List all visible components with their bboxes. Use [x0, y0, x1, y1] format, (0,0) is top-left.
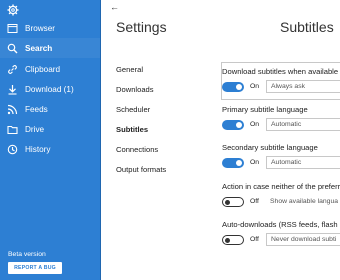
sidebar-item-label: History	[25, 144, 51, 154]
sidebar-item-search[interactable]: Search	[0, 38, 101, 58]
toggle-primary-language[interactable]	[222, 120, 244, 130]
toggle-state-label: On	[250, 121, 260, 128]
history-icon	[7, 144, 18, 155]
sidebar: Browser Search Clipboard Download (1) Fe…	[0, 0, 101, 280]
toggle-state-label: On	[250, 83, 260, 90]
toggle-download-subtitles[interactable]	[222, 82, 244, 92]
sidebar-item-label: Browser	[25, 23, 56, 33]
settings-title: Settings	[116, 19, 167, 35]
beta-version-label: Beta version	[8, 251, 46, 258]
sidebar-item-history[interactable]: History	[0, 139, 101, 159]
toggle-secondary-language[interactable]	[222, 158, 244, 168]
toggle-fallback-action[interactable]	[222, 197, 244, 207]
sidebar-divider	[100, 0, 101, 280]
sidebar-item-feeds[interactable]: Feeds	[0, 99, 101, 119]
drive-icon	[7, 124, 18, 135]
feeds-icon	[7, 104, 18, 115]
sidebar-item-label: Drive	[25, 124, 45, 134]
select-download-subtitles[interactable]: Always ask	[266, 80, 340, 93]
settings-menu-scheduler[interactable]: Scheduler	[116, 105, 150, 114]
sidebar-item-label: Search	[25, 43, 53, 53]
option-label-primary-language: Primary subtitle language	[222, 105, 308, 114]
sidebar-item-drive[interactable]: Drive	[0, 119, 101, 139]
select-primary-language[interactable]: Automatic	[266, 118, 340, 131]
sidebar-item-label: Download (1)	[25, 84, 74, 94]
page-title: Subtitles	[280, 19, 334, 35]
report-bug-button[interactable]: REPORT A BUG	[8, 262, 62, 274]
search-icon	[7, 43, 18, 54]
sidebar-item-label: Feeds	[25, 104, 48, 114]
browser-icon	[7, 23, 18, 34]
option-label-download-subtitles: Download subtitles when available	[222, 67, 339, 76]
toggle-state-label: Off	[250, 198, 259, 205]
back-arrow-icon[interactable]: ←	[110, 2, 119, 12]
select-auto-downloads[interactable]: Never download subti	[266, 233, 340, 246]
settings-menu-output-formats[interactable]: Output formats	[116, 165, 166, 174]
gear-icon[interactable]	[7, 3, 19, 16]
option-label-fallback-action: Action in case neither of the preferr	[222, 182, 340, 191]
toggle-state-label: On	[250, 159, 260, 166]
sidebar-item-browser[interactable]: Browser	[0, 18, 101, 38]
select-fallback-action[interactable]: Show available langua	[266, 195, 340, 208]
settings-menu-downloads[interactable]: Downloads	[116, 85, 154, 94]
toggle-auto-downloads[interactable]	[222, 235, 244, 245]
sidebar-item-download[interactable]: Download (1)	[0, 79, 101, 99]
clipboard-icon	[7, 64, 18, 75]
settings-menu-general[interactable]: General	[116, 65, 143, 74]
select-secondary-language[interactable]: Automatic	[266, 156, 340, 169]
option-label-auto-downloads: Auto-downloads (RSS feeds, flash a	[222, 220, 340, 229]
sidebar-item-clipboard[interactable]: Clipboard	[0, 59, 101, 79]
option-label-secondary-language: Secondary subtitle language	[222, 143, 318, 152]
sidebar-item-label: Clipboard	[25, 64, 61, 74]
settings-menu-connections[interactable]: Connections	[116, 145, 158, 154]
download-icon	[7, 84, 18, 95]
settings-menu-subtitles[interactable]: Subtitles	[116, 125, 148, 134]
toggle-state-label: Off	[250, 236, 259, 243]
